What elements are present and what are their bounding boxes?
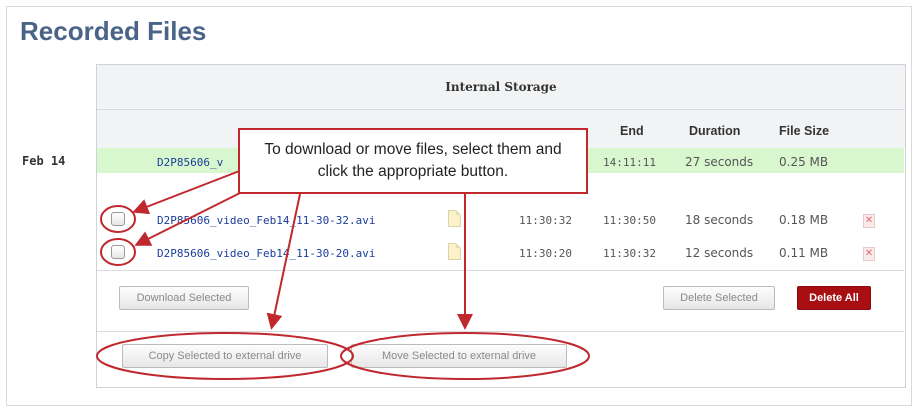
instruction-callout: To download or move files, select them a… (238, 128, 588, 194)
annotation-ellipse-checkbox-2 (100, 238, 136, 266)
annotation-arrow-checkbox-2 (134, 189, 247, 246)
annotation-arrow-checkbox-1 (132, 169, 243, 215)
annotation-arrow-copy (266, 193, 301, 330)
annotation-ellipse-copy (96, 332, 354, 380)
annotation-overlay (96, 169, 590, 380)
instruction-callout-text: To download or move files, select them a… (264, 141, 562, 180)
annotation-ellipse-checkbox-1 (100, 205, 136, 233)
annotation-ellipse-move (340, 332, 590, 380)
